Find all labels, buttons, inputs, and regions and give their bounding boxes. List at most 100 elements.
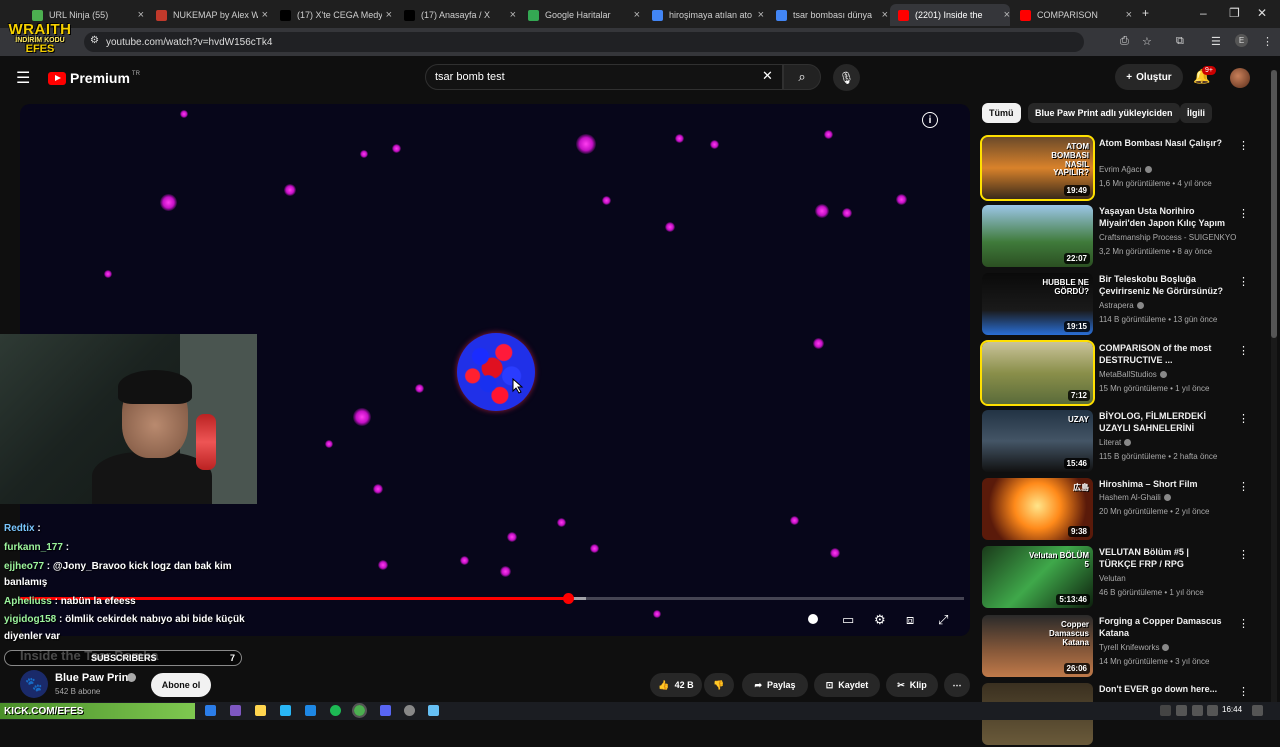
address-bar[interactable]: ⚙ youtube.com/watch?v=hvdW156cTk4 [84,32,1084,52]
reading-list-icon[interactable]: ☰ [1211,35,1221,48]
video-more-options-icon[interactable]: ⋮ [1238,617,1249,630]
taskbar-folder-icon[interactable] [255,705,266,716]
browser-tab[interactable]: tsar bombası dünya × [768,4,888,26]
video-more-options-icon[interactable]: ⋮ [1238,207,1249,220]
recommended-video-title[interactable]: Forging a Copper Damascus Katana [1099,615,1227,639]
browser-tab[interactable]: (17) Anasayfa / X × [396,4,516,26]
video-thumbnail[interactable]: HUBBLE NE GÖRDÜ? 19:15 [982,273,1093,335]
bookmark-star-icon[interactable]: ☆ [1142,35,1152,48]
tab-close-icon[interactable]: × [634,9,640,21]
filter-chip[interactable]: Blue Paw Print adlı yükleyiciden [1028,103,1180,123]
taskbar-steam-icon[interactable] [428,705,439,716]
taskbar-chrome-icon[interactable] [352,703,367,718]
recommended-video-title[interactable]: Yaşayan Usta Norihiro Miyairi'den Japon … [1099,205,1227,229]
video-more-options-icon[interactable]: ⋮ [1238,344,1249,357]
browser-tab[interactable]: (2201) Inside the × [890,4,1010,26]
recommended-video-title[interactable]: Don't EVER go down here... [1099,683,1227,695]
filter-chip[interactable]: Tümü [982,103,1021,123]
tray-chevron-icon[interactable] [1160,705,1171,716]
save-button[interactable]: ⊡ Kaydet [814,673,880,697]
tab-close-icon[interactable]: × [882,9,888,21]
profile-icon[interactable]: E [1235,34,1248,47]
recommended-video-title[interactable]: BİYOLOG, FİLMLERDEKİ UZAYLI SAHNELERİNİ … [1099,410,1227,434]
tab-close-icon[interactable]: × [262,9,268,21]
new-tab-button[interactable]: + [1142,6,1149,20]
recommended-video[interactable]: Velutan BÖLÜM 5 5:13:46 VELUTAN Bölüm #5 |… [982,546,1252,610]
install-app-icon[interactable]: ⎙ [1120,35,1129,48]
clip-button[interactable]: ✂ Klip [886,673,938,697]
recommended-video-title[interactable]: Hiroshima – Short Film [1099,478,1227,490]
recommended-channel[interactable]: Hashem Al-Ghaili [1099,493,1171,502]
subscribe-button[interactable]: Abone ol [151,673,211,697]
video-thumbnail[interactable]: UZAY 15:46 [982,410,1093,472]
search-input[interactable]: tsar bomb test [425,64,783,90]
recommended-channel[interactable]: Craftsmanship Process - SUIGENKYO [1099,233,1236,242]
hamburger-menu-icon[interactable]: ☰ [16,68,30,88]
video-thumbnail[interactable]: 広島 9:38 [982,478,1093,540]
account-avatar[interactable] [1230,68,1250,88]
recommended-video[interactable]: ATOM BOMBASI NASIL YAPILIR? 19:49 Atom Bom… [980,135,1252,201]
close-window-icon[interactable]: ✕ [1257,6,1267,20]
browser-tab[interactable]: COMPARISON × [1012,4,1132,26]
video-more-options-icon[interactable]: ⋮ [1238,480,1249,493]
tab-close-icon[interactable]: × [138,9,144,21]
dislike-button[interactable]: 👎 [704,673,734,697]
tab-close-icon[interactable]: × [386,9,392,21]
taskbar-app-icon[interactable] [280,705,291,716]
miniplayer-icon[interactable]: ⧈ [906,612,914,628]
voice-search-button[interactable]: 🎙 [833,64,860,91]
tray-mic-icon[interactable] [1192,705,1203,716]
minimize-icon[interactable]: – [1200,6,1207,20]
recommended-video[interactable]: 広島 9:38 Hiroshima – Short Film Hashem Al-Gh… [982,478,1252,542]
clear-search-icon[interactable]: ✕ [762,68,773,84]
create-button[interactable]: + Oluştur [1115,64,1183,90]
browser-menu-icon[interactable]: ⋮ [1262,35,1273,48]
recommended-video-title[interactable]: COMPARISON of the most DESTRUCTIVE ... [1099,342,1227,366]
fullscreen-icon[interactable]: ⤢ [938,612,948,628]
video-thumbnail[interactable]: 7:12 [980,340,1095,406]
taskbar-app-icon[interactable] [205,705,216,716]
maximize-icon[interactable]: ❐ [1229,6,1240,20]
subtitles-icon[interactable]: ▭ [842,612,854,628]
like-button[interactable]: 👍 42 B [650,673,702,697]
search-button[interactable]: ⌕ [783,64,821,90]
tray-network-icon[interactable] [1176,705,1187,716]
recommended-video[interactable]: Copper Damascus Katana 26:06 Forging a Cop… [982,615,1252,679]
recommended-video[interactable]: 22:07 Yaşayan Usta Norihiro Miyairi'den J… [982,205,1252,269]
page-scrollbar-thumb[interactable] [1271,70,1277,338]
progress-scrubber[interactable] [562,593,574,604]
extensions-icon[interactable]: ⧉ [1176,35,1184,48]
site-info-icon[interactable]: ⚙ [90,35,99,46]
recommended-video[interactable]: HUBBLE NE GÖRDÜ? 19:15 Bir Teleskobu Boşlu… [982,273,1252,337]
browser-tab[interactable]: hiroşimaya atılan ato × [644,4,764,26]
tab-close-icon[interactable]: × [1126,9,1132,21]
autoplay-toggle-icon[interactable] [808,614,818,624]
video-thumbnail[interactable]: Velutan BÖLÜM 5 5:13:46 [982,546,1093,608]
tab-close-icon[interactable]: × [758,9,764,21]
recommended-channel[interactable]: Literat [1099,438,1132,447]
video-thumbnail[interactable]: 22:07 [982,205,1093,267]
recommended-channel[interactable]: Evrim Ağacı [1099,165,1152,174]
browser-tab[interactable]: Google Haritalar × [520,4,640,26]
recommended-channel[interactable]: Velutan [1099,574,1126,583]
filter-chip[interactable]: İlgili [1180,103,1212,123]
recommended-channel[interactable]: Astrapera [1099,301,1144,310]
recommended-channel[interactable]: Tyrell Knifeworks [1099,643,1170,652]
video-progress-bar[interactable] [20,593,964,604]
more-actions-button[interactable]: ⋯ [944,673,970,697]
video-more-options-icon[interactable]: ⋮ [1238,139,1249,152]
channel-name[interactable]: Blue Paw Print [55,672,132,684]
notifications-center-icon[interactable] [1252,705,1263,716]
video-thumbnail[interactable]: ATOM BOMBASI NASIL YAPILIR? 19:49 [980,135,1095,201]
taskbar-app-icon[interactable] [305,705,316,716]
tray-volume-icon[interactable] [1207,705,1218,716]
recommended-video[interactable]: UZAY 15:46 BİYOLOG, FİLMLERDEKİ UZAYLI SAH… [982,410,1252,474]
taskbar-spotify-icon[interactable] [330,705,341,716]
recommended-video[interactable]: 7:12 COMPARISON of the most DESTRUCTIVE .… [980,340,1252,406]
tab-close-icon[interactable]: × [510,9,516,21]
browser-tab[interactable]: (17) X'te CEGA Medy × [272,4,392,26]
recommended-channel[interactable]: MetaBallStudios [1099,370,1167,379]
taskbar-discord-icon[interactable] [380,705,391,716]
taskbar-app-icon[interactable] [404,705,415,716]
recommended-video-title[interactable]: Atom Bombası Nasıl Çalışır? [1099,137,1227,149]
